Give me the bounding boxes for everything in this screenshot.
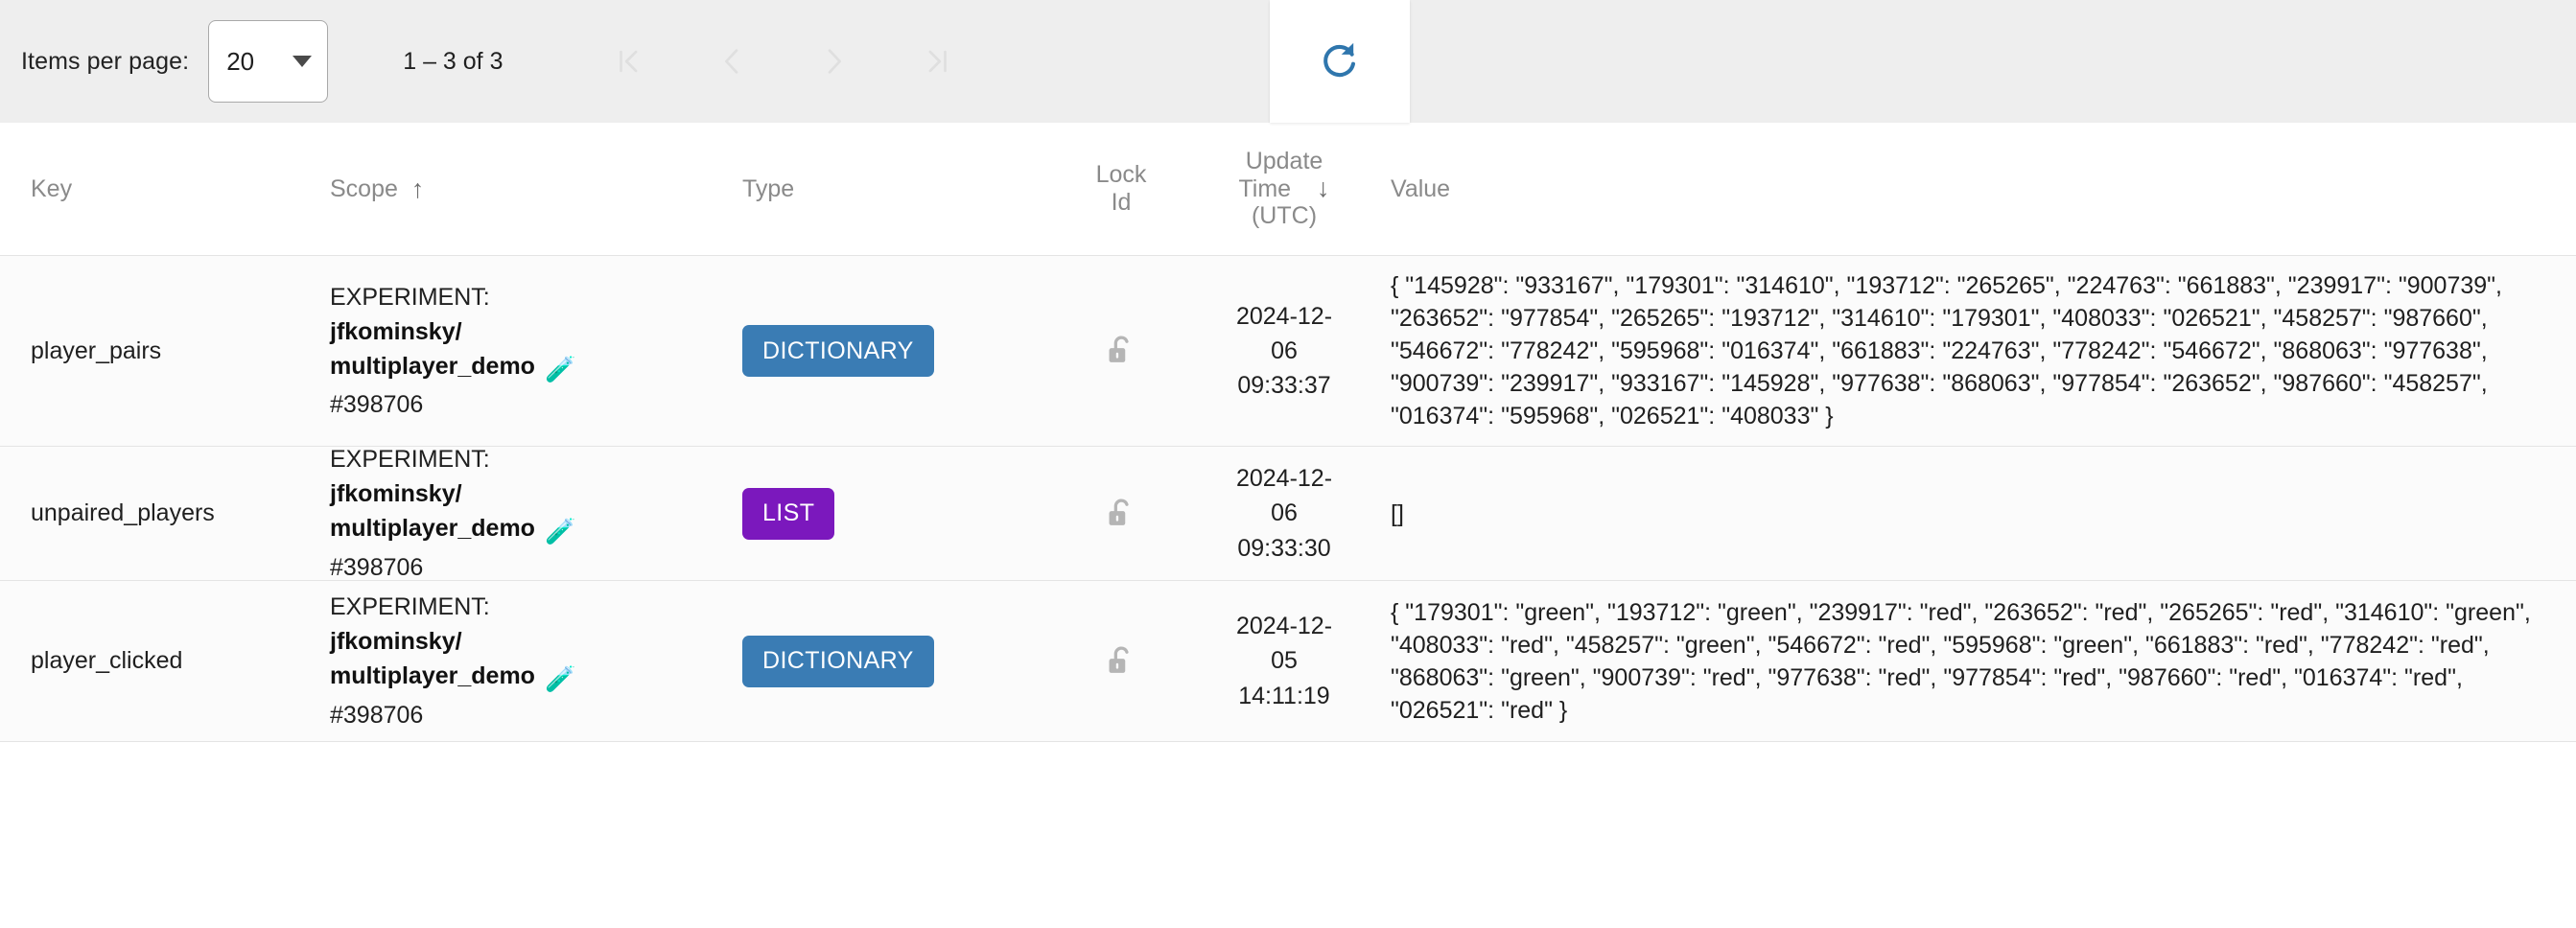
update-time-value: 2024-12- 05 14:11:19 xyxy=(1235,613,1333,709)
unlocked-padlock-icon xyxy=(1105,333,1137,369)
value-text: [] xyxy=(1391,499,1404,527)
type-badge: DICTIONARY xyxy=(742,635,934,687)
table-row[interactable]: player_clicked EXPERIMENT: jfkominsky/ m… xyxy=(0,581,2576,742)
chevron-left-icon xyxy=(724,49,738,74)
update-time-value: 2024-12- 06 09:33:30 xyxy=(1235,465,1333,562)
sort-ascending-icon: ↑ xyxy=(410,174,425,203)
table-row[interactable]: player_pairs EXPERIMENT: jfkominsky/ mul… xyxy=(0,256,2576,447)
column-header-update-time[interactable]: Update Time ↓ (UTC) xyxy=(1188,123,1380,255)
paginator-bar: Items per page: 20 1 – 3 of 3 xyxy=(0,0,2576,123)
column-header-lock-id[interactable]: Lock Id xyxy=(1054,123,1188,255)
column-header-type-label: Type xyxy=(742,174,795,202)
update-time-value: 2024-12- 06 09:33:37 xyxy=(1235,302,1333,400)
previous-page-button[interactable] xyxy=(680,20,783,103)
cell-type: DICTIONARY xyxy=(737,581,1054,741)
cell-key: player_pairs xyxy=(0,256,324,446)
paginator-controls: Items per page: 20 1 – 3 of 3 xyxy=(0,0,988,123)
cell-update-time: 2024-12- 06 09:33:37 xyxy=(1188,256,1380,446)
chevron-right-icon xyxy=(828,49,841,74)
cell-scope: EXPERIMENT: jfkominsky/ multiplayer_demo… xyxy=(324,581,737,741)
sort-descending-icon: ↓ xyxy=(1317,173,1330,202)
column-header-update-time-line2: Time xyxy=(1238,174,1292,202)
first-page-button[interactable] xyxy=(577,20,680,103)
scope-name-line1: jfkominsky/ xyxy=(330,317,462,345)
key-value: player_clicked xyxy=(31,647,183,674)
cell-update-time: 2024-12- 05 14:11:19 xyxy=(1188,581,1380,741)
scope-name-line1: jfkominsky/ xyxy=(330,628,462,656)
cell-lock-id xyxy=(1054,256,1188,446)
scope-id: #398706 xyxy=(330,701,424,729)
column-header-scope-label: Scope xyxy=(330,174,398,202)
cell-key: unpaired_players xyxy=(0,447,324,580)
last-page-button[interactable] xyxy=(885,20,988,103)
last-page-icon xyxy=(928,50,947,73)
column-header-key-label: Key xyxy=(31,174,73,202)
scope-id: #398706 xyxy=(330,553,424,581)
scope-name-line1: jfkominsky/ xyxy=(330,480,462,508)
cell-value: { "179301": "green", "193712": "green", … xyxy=(1380,581,2576,741)
column-header-scope[interactable]: Scope ↑ xyxy=(324,123,737,255)
next-page-button[interactable] xyxy=(783,20,885,103)
scope-id: #398706 xyxy=(330,391,424,419)
pagination-range-label: 1 – 3 of 3 xyxy=(403,47,503,75)
column-header-value[interactable]: Value xyxy=(1380,123,2576,255)
cell-type: LIST xyxy=(737,447,1054,580)
column-header-lock-id-line1: Lock xyxy=(1095,161,1147,189)
type-badge: DICTIONARY xyxy=(742,325,934,377)
cell-scope: EXPERIMENT: jfkominsky/ multiplayer_demo… xyxy=(324,446,737,580)
cell-scope: EXPERIMENT: jfkominsky/ multiplayer_demo… xyxy=(324,256,737,446)
flask-icon: 🧪 xyxy=(544,664,576,694)
value-text: { "179301": "green", "193712": "green", … xyxy=(1391,598,2538,724)
column-header-value-label: Value xyxy=(1391,174,1451,202)
scope-name-line2: multiplayer_demo xyxy=(330,352,535,380)
cell-lock-id xyxy=(1054,581,1188,741)
scope-prefix: EXPERIMENT: xyxy=(330,283,490,311)
pagination-buttons xyxy=(577,20,988,103)
items-per-page-value: 20 xyxy=(226,46,255,76)
scope-prefix: EXPERIMENT: xyxy=(330,446,490,474)
unlocked-padlock-icon xyxy=(1105,643,1137,680)
key-value: player_pairs xyxy=(31,336,162,364)
column-header-update-time-line3: (UTC) xyxy=(1251,202,1318,230)
value-text: { "145928": "933167", "179301": "314610"… xyxy=(1391,272,2509,429)
chevron-down-icon xyxy=(293,56,313,67)
column-header-type[interactable]: Type xyxy=(737,123,1054,255)
cell-value: [] xyxy=(1380,447,2576,580)
first-page-icon xyxy=(620,50,638,73)
cell-value: { "145928": "933167", "179301": "314610"… xyxy=(1380,256,2576,446)
table-row[interactable]: unpaired_players EXPERIMENT: jfkominsky/… xyxy=(0,446,2576,581)
key-value: unpaired_players xyxy=(31,499,215,526)
unlocked-padlock-icon xyxy=(1105,496,1137,532)
cell-key: player_clicked xyxy=(0,581,324,741)
column-header-update-time-line1: Update xyxy=(1245,147,1323,174)
scope-name-line2: multiplayer_demo xyxy=(330,662,535,690)
refresh-icon xyxy=(1323,42,1356,78)
scope-prefix: EXPERIMENT: xyxy=(330,593,490,621)
scope-name-line2: multiplayer_demo xyxy=(330,515,535,543)
flask-icon: 🧪 xyxy=(544,354,576,383)
column-header-key[interactable]: Key xyxy=(0,123,324,255)
kv-store-table: Key Scope ↑ Type Lock Id Update Time ↓ (… xyxy=(0,123,2576,742)
refresh-button[interactable] xyxy=(1270,0,1410,123)
cell-update-time: 2024-12- 06 09:33:30 xyxy=(1188,447,1380,580)
cell-type: DICTIONARY xyxy=(737,256,1054,446)
table-header-row: Key Scope ↑ Type Lock Id Update Time ↓ (… xyxy=(0,123,2576,256)
flask-icon: 🧪 xyxy=(544,517,576,546)
cell-lock-id xyxy=(1054,447,1188,580)
column-header-lock-id-line2: Id xyxy=(1111,189,1132,216)
items-per-page-select[interactable]: 20 xyxy=(208,20,329,103)
items-per-page-label: Items per page: xyxy=(21,47,190,75)
type-badge: LIST xyxy=(742,487,835,540)
